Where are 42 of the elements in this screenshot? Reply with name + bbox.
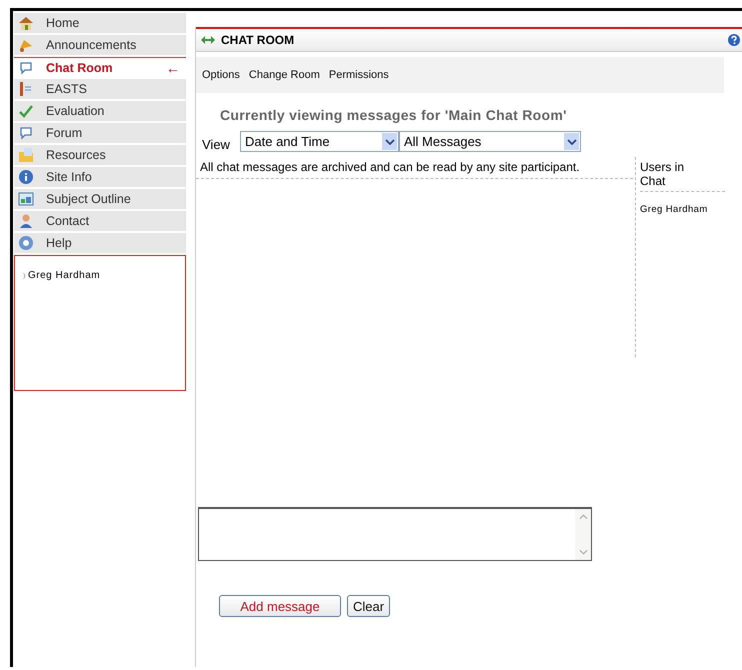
sidebar-item[interactable]: Site Info — [14, 167, 186, 187]
document-icon — [18, 81, 34, 97]
archive-notice: All chat messages are archived and can be read by any site participant. — [196, 157, 633, 179]
caret-icon — [382, 133, 397, 150]
speech-bubble-icon — [18, 125, 34, 141]
sidebar-item[interactable]: Announcements — [14, 35, 186, 55]
sidebar-item[interactable]: Home — [14, 13, 186, 33]
sidebar-item[interactable]: Evaluation — [14, 101, 186, 121]
view-label: View — [202, 137, 231, 152]
folder-icon — [18, 147, 34, 163]
sidebar-item[interactable]: EASTS — [14, 79, 186, 99]
menu-link[interactable]: Change Room — [248, 69, 320, 81]
menu-link[interactable]: Permissions — [328, 69, 389, 81]
info-icon — [18, 169, 34, 185]
sidebar-item[interactable]: Contact — [14, 211, 186, 231]
layout-icon — [18, 191, 34, 207]
speech-bubble-icon — [18, 60, 34, 76]
scroll-down-icon[interactable] — [578, 549, 588, 555]
sidebar-item[interactable]: Resources — [14, 145, 186, 165]
message-input[interactable] — [198, 507, 592, 561]
user-name: Greg Hardham — [640, 204, 709, 215]
filter-dropdown[interactable]: All Messages — [399, 131, 581, 152]
checkmark-icon — [18, 103, 34, 119]
users-heading: Users in Chat — [640, 157, 725, 192]
sidebar-item[interactable]: Subject Outline — [14, 189, 186, 209]
sort-dropdown[interactable]: Date and Time — [240, 131, 399, 152]
caret-icon — [564, 133, 579, 150]
scrollbar[interactable] — [575, 509, 591, 560]
scroll-up-icon[interactable] — [578, 514, 588, 520]
user-name: Greg Hardham — [28, 270, 100, 281]
current-page-arrow: ← — [166, 60, 180, 76]
add-message-button[interactable]: Add message — [219, 595, 341, 617]
page-heading: Currently viewing messages for 'Main Chat Room' — [220, 107, 568, 123]
person-icon — [18, 213, 34, 229]
menu-link[interactable]: Options — [202, 69, 240, 81]
clear-button[interactable]: Clear — [347, 595, 390, 617]
user-status-icon — [21, 272, 26, 280]
panel-title: CHAT ROOM — [221, 33, 296, 47]
sidebar-item[interactable]: Chat Room ← — [14, 57, 186, 77]
sidebar-item[interactable]: Forum — [14, 123, 186, 143]
sidebar-item[interactable]: Help — [14, 233, 186, 253]
house-icon — [18, 15, 34, 31]
